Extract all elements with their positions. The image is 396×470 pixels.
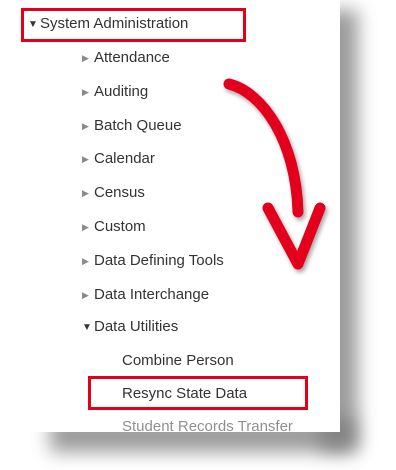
- navigation-tree: ▼ System Administration ▶ Attendance ▶ Audi…: [0, 0, 340, 432]
- curved-arrow-icon: [223, 78, 326, 270]
